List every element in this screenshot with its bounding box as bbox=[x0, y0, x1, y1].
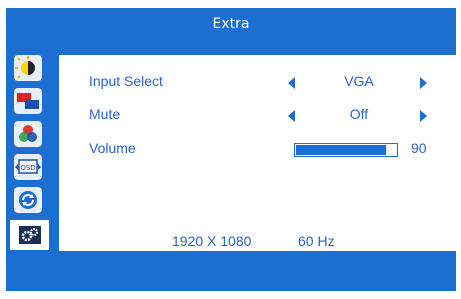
input-select-row[interactable]: Input Select VGA bbox=[59, 72, 456, 92]
input-select-label: Input Select bbox=[89, 73, 163, 89]
left-arrow-icon[interactable] bbox=[288, 110, 295, 122]
menu-title: Extra bbox=[212, 16, 250, 32]
right-arrow-icon[interactable] bbox=[420, 77, 427, 89]
extra-settings-icon[interactable] bbox=[10, 220, 49, 250]
svg-text:OSD: OSD bbox=[20, 164, 35, 172]
volume-value: 90 bbox=[411, 140, 427, 156]
signal-status: 1920 X 1080 60 Hz bbox=[59, 233, 456, 251]
refresh-rate-text: 60 Hz bbox=[298, 233, 335, 249]
input-select-value: VGA bbox=[344, 73, 374, 89]
volume-fill bbox=[296, 145, 386, 155]
left-arrow-icon[interactable] bbox=[288, 77, 295, 89]
mute-label: Mute bbox=[89, 106, 121, 122]
sidebar: OSD bbox=[6, 55, 49, 252]
settings-panel: Input Select VGA Mute Off Volume 90 1920… bbox=[59, 55, 456, 251]
color-icon[interactable] bbox=[14, 121, 42, 147]
volume-slider[interactable] bbox=[294, 143, 398, 157]
brightness-contrast-icon[interactable] bbox=[14, 55, 42, 81]
reset-icon[interactable] bbox=[14, 187, 42, 213]
right-arrow-icon[interactable] bbox=[420, 110, 427, 122]
resolution-text: 1920 X 1080 bbox=[172, 233, 252, 249]
volume-label: Volume bbox=[89, 140, 136, 156]
mute-value: Off bbox=[349, 106, 369, 122]
volume-row[interactable]: Volume 90 bbox=[59, 139, 456, 159]
osd-menu: Extra OSD Input Select VGA Mute Off Volu… bbox=[6, 8, 456, 291]
image-setup-icon[interactable] bbox=[14, 88, 42, 114]
osd-icon[interactable]: OSD bbox=[14, 154, 42, 180]
mute-row[interactable]: Mute Off bbox=[59, 105, 456, 125]
